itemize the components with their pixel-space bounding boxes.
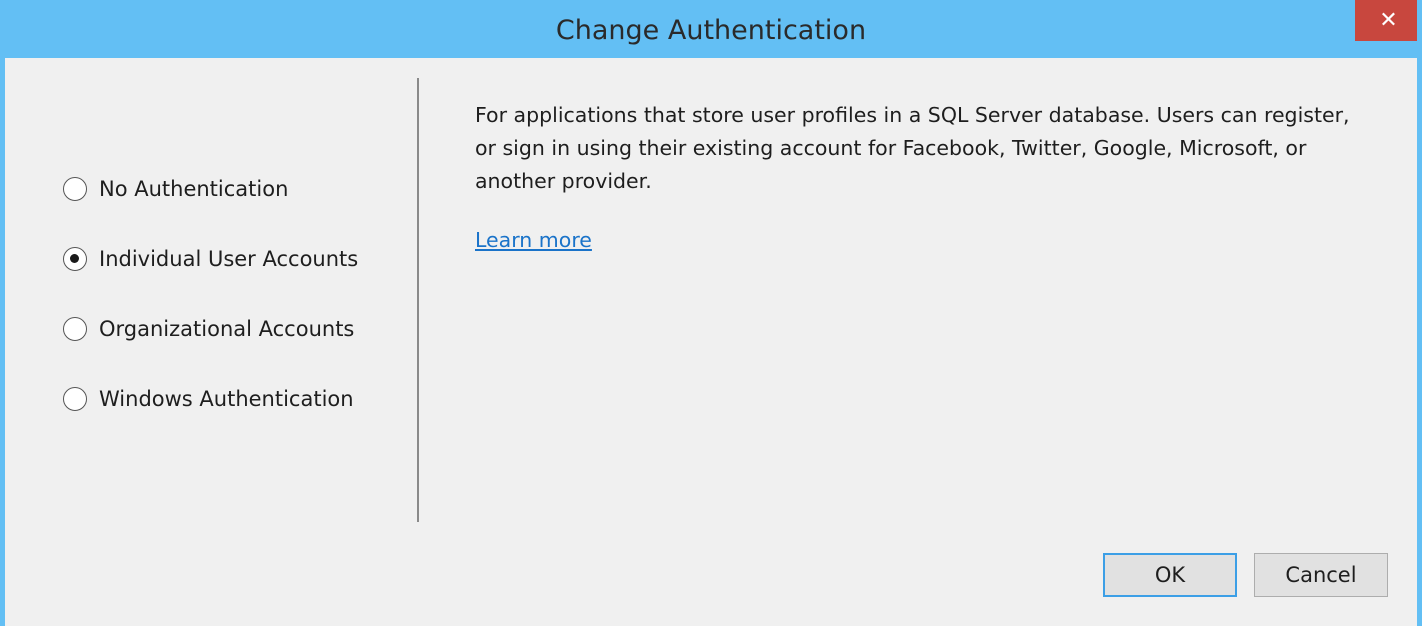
radio-button-icon[interactable] — [63, 387, 87, 411]
radio-organizational-accounts[interactable]: Organizational Accounts — [63, 312, 354, 346]
panel-divider — [417, 78, 419, 522]
radio-no-authentication[interactable]: No Authentication — [63, 172, 288, 206]
radio-windows-authentication[interactable]: Windows Authentication — [63, 382, 354, 416]
auth-options-panel: No Authentication Individual User Accoun… — [5, 58, 417, 528]
radio-button-icon[interactable] — [63, 317, 87, 341]
close-button[interactable]: ✕ — [1355, 0, 1417, 41]
radio-label: Individual User Accounts — [99, 247, 359, 271]
title-bar: Change Authentication — [5, 0, 1417, 58]
radio-button-selected-icon[interactable] — [63, 247, 87, 271]
radio-label: Windows Authentication — [99, 387, 354, 411]
radio-individual-user-accounts[interactable]: Individual User Accounts — [63, 242, 358, 276]
learn-more-link[interactable]: Learn more — [475, 228, 592, 252]
radio-label: Organizational Accounts — [99, 317, 355, 341]
ok-button[interactable]: OK — [1103, 553, 1237, 597]
radio-label: No Authentication — [99, 177, 289, 201]
radio-button-icon[interactable] — [63, 177, 87, 201]
change-authentication-dialog: Change Authentication ✕ No Authenticatio… — [0, 0, 1422, 626]
close-icon: ✕ — [1379, 7, 1398, 33]
cancel-button[interactable]: Cancel — [1254, 553, 1388, 597]
auth-description: For applications that store user profile… — [475, 103, 1350, 193]
dialog-title: Change Authentication — [555, 15, 867, 46]
